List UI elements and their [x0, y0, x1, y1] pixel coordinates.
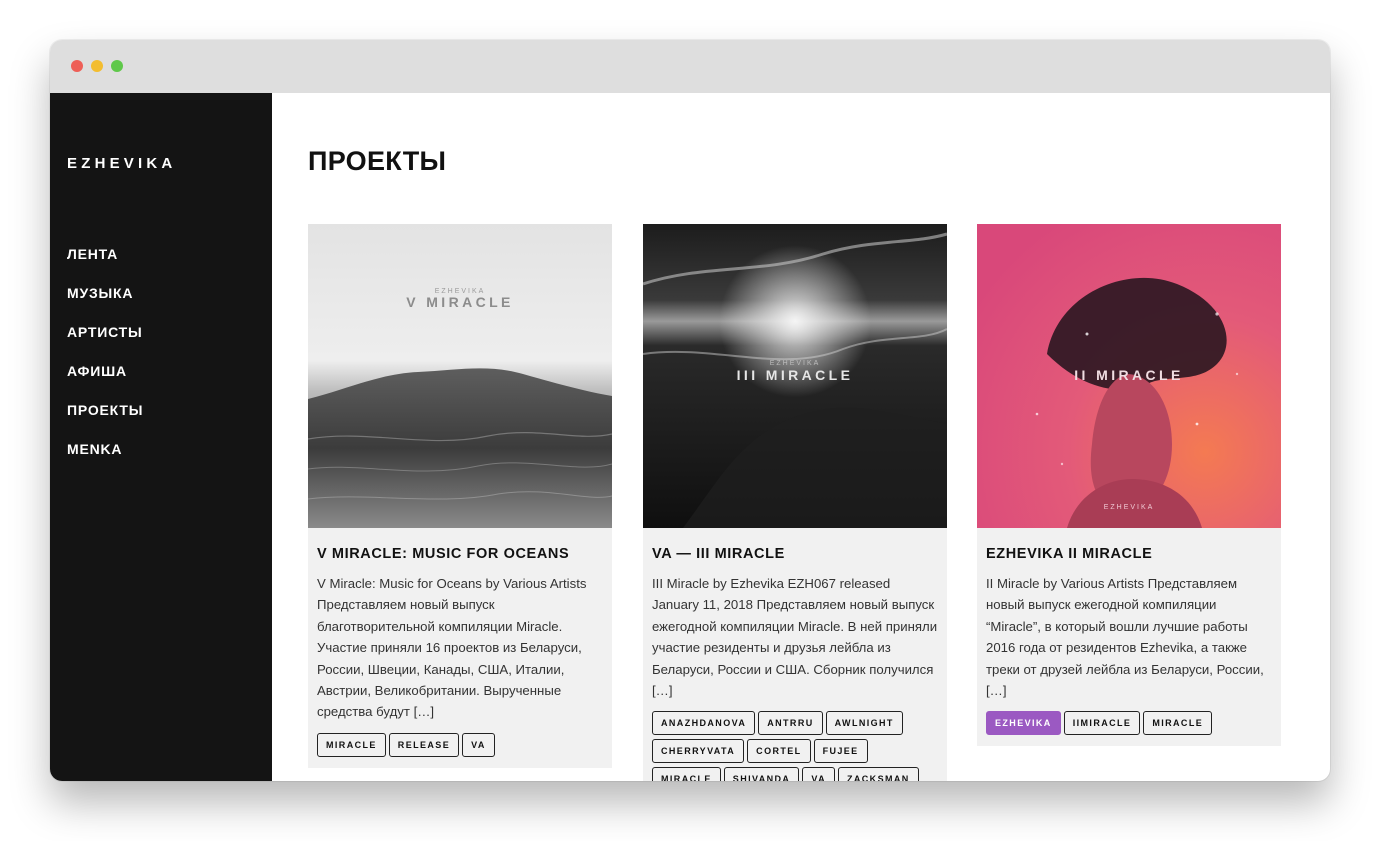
tag-button[interactable]: ZACKSMAN [837, 767, 919, 781]
tag-button[interactable]: CORTEL [747, 739, 811, 764]
card-excerpt: III Miracle by Ezhevika EZH067 released … [652, 576, 938, 699]
nav-item-afisha[interactable]: АФИША [67, 363, 143, 402]
nav-item-music[interactable]: МУЗЫКА [67, 285, 143, 324]
minimize-window-button[interactable] [91, 60, 103, 72]
tag-button[interactable]: CHERRYVATA [652, 739, 745, 764]
cover-title-text: V MIRACLE [406, 294, 514, 310]
tag-button[interactable]: SHIVANDA [723, 767, 800, 781]
main-nav: ЛЕНТА МУЗЫКА АРТИСТЫ АФИША ПРОЕКТЫ MENKA [67, 246, 143, 480]
cover-brand-text: EZHEVIKA [1103, 504, 1155, 511]
browser-window: EZHEVIKA ЛЕНТА МУЗЫКА АРТИСТЫ АФИША ПРОЕ… [50, 40, 1330, 781]
project-card: II MIRACLE EZHEVIKA EZHEVIKA II MIRACLE … [977, 224, 1281, 747]
album-cover-image[interactable] [308, 224, 612, 528]
window-titlebar [50, 40, 1330, 93]
project-card: EZHEVIKA V MIRACLE V MIRACLE: MUSIC FOR … [308, 224, 612, 768]
page-title: ПРОЕКТЫ [308, 146, 447, 176]
cover-brand-text: EZHEVIKA [769, 360, 821, 367]
tag-button-active[interactable]: EZHEVIKA [986, 711, 1061, 736]
main-content: ПРОЕКТЫ EZHEVIKA V MIRACLE V MIRACLE: MU… [272, 93, 1330, 781]
card-excerpt: II Miracle by Various Artists Представля… [986, 576, 1264, 699]
tag-button[interactable]: VA [802, 767, 835, 781]
card-title[interactable]: V MIRACLE: MUSIC FOR OCEANS [317, 546, 603, 562]
tag-button[interactable]: AWLNIGHT [825, 711, 903, 736]
cover-title-text: II MIRACLE [1074, 367, 1184, 383]
card-body: VA — III MIRACLE III Miracle by Ezhevika… [643, 528, 947, 781]
sidebar: EZHEVIKA ЛЕНТА МУЗЫКА АРТИСТЫ АФИША ПРОЕ… [50, 93, 272, 781]
close-window-button[interactable] [71, 60, 83, 72]
tag-button[interactable]: MIRACLE [652, 767, 721, 781]
nav-item-lenta[interactable]: ЛЕНТА [67, 246, 143, 285]
nav-item-artists[interactable]: АРТИСТЫ [67, 324, 143, 363]
tag-button[interactable]: MIRACLE [317, 732, 386, 757]
site-logo[interactable]: EZHEVIKA [67, 155, 176, 172]
project-card: EZHEVIKA III MIRACLE VA — III MIRACLE II… [643, 224, 947, 781]
tag-list: EZHEVIKA IIMIRACLE MIRACLE [986, 711, 1272, 736]
tag-button[interactable]: ANTRRU [758, 711, 823, 736]
tag-list: ANAZHDANOVA ANTRRU AWLNIGHT CHERRYVATA C… [652, 711, 938, 781]
tag-button[interactable]: FUJEE [813, 739, 868, 764]
tag-button[interactable]: IIMIRACLE [1063, 711, 1141, 736]
nav-item-menka[interactable]: MENKA [67, 441, 143, 480]
card-title[interactable]: VA — III MIRACLE [652, 546, 938, 562]
tag-button[interactable]: MIRACLE [1143, 711, 1213, 736]
tag-button[interactable]: ANAZHDANOVA [652, 711, 756, 736]
tag-button[interactable]: RELEASE [388, 732, 460, 757]
card-body: EZHEVIKA II MIRACLE II Miracle by Variou… [977, 528, 1281, 746]
card-title[interactable]: EZHEVIKA II MIRACLE [986, 546, 1272, 562]
card-excerpt: V Miracle: Music for Oceans by Various A… [317, 576, 587, 720]
tag-list: MIRACLE RELEASE VA [317, 732, 603, 757]
cover-title-text: III MIRACLE [736, 367, 854, 383]
card-body: V MIRACLE: MUSIC FOR OCEANS V Miracle: M… [308, 528, 612, 768]
tag-button[interactable]: VA [462, 732, 495, 757]
nav-item-projects[interactable]: ПРОЕКТЫ [67, 402, 143, 441]
maximize-window-button[interactable] [111, 60, 123, 72]
